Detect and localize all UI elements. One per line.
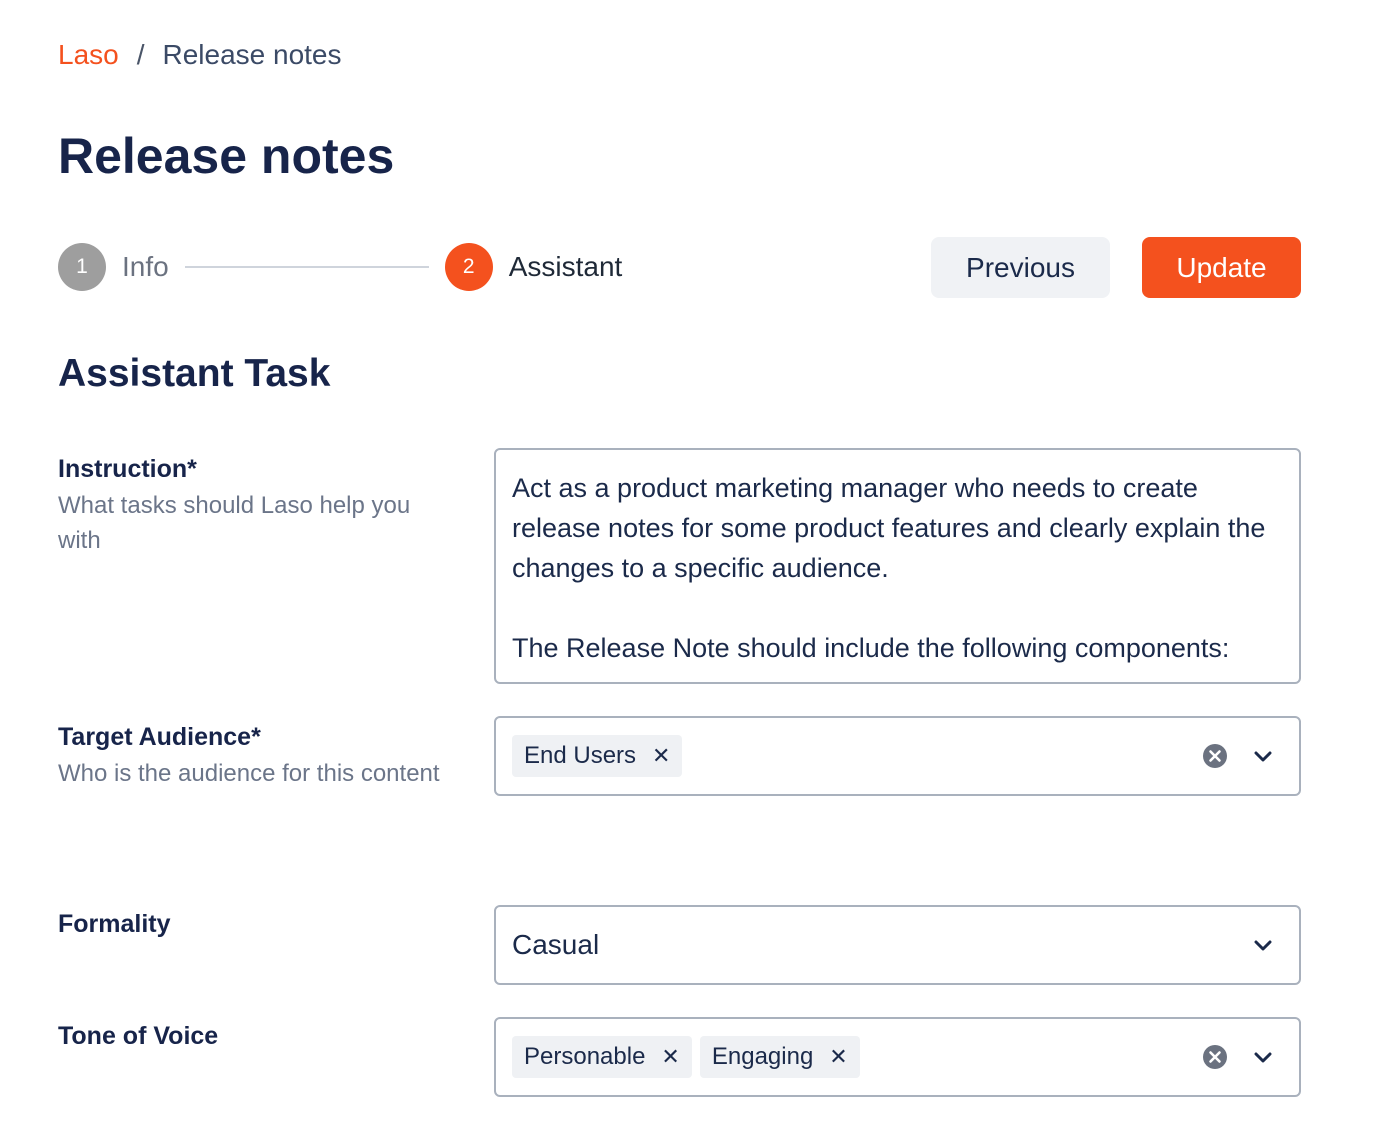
- stepper: 1 Info 2 Assistant: [58, 243, 622, 291]
- tone-of-voice-label: Tone of Voice: [58, 1022, 219, 1050]
- chip-label: Engaging: [711, 1043, 814, 1070]
- step-connector: [184, 266, 429, 268]
- chip-engaging: Engaging ✕: [699, 1036, 860, 1078]
- release-notes-page: Laso / Release notes Release notes 1 Inf…: [0, 0, 1388, 1140]
- formality-value: Casual: [512, 929, 600, 960]
- section-title: Assistant Task: [58, 352, 331, 395]
- step-1-label[interactable]: Info: [122, 251, 169, 283]
- instruction-help: What tasks should Laso help you with: [58, 492, 411, 554]
- instruction-text: Act as a product marketing manager who n…: [512, 473, 1266, 663]
- previous-button[interactable]: Previous: [931, 237, 1110, 298]
- close-icon[interactable]: ✕: [652, 743, 670, 769]
- instruction-label: Instruction*: [58, 455, 197, 483]
- target-audience-label: Target Audience*: [58, 723, 261, 751]
- chevron-down-icon[interactable]: [1253, 747, 1273, 765]
- chip-label: End Users: [524, 742, 637, 769]
- clear-circle-icon[interactable]: [1203, 1045, 1227, 1069]
- chevron-down-icon[interactable]: [1253, 936, 1273, 954]
- formality-select[interactable]: Casual: [494, 905, 1301, 985]
- chip-end-users: End Users ✕: [512, 735, 683, 777]
- page-title: Release notes: [58, 128, 395, 184]
- instruction-textarea[interactable]: Act as a product marketing manager who n…: [494, 448, 1301, 684]
- close-icon[interactable]: ✕: [829, 1044, 847, 1070]
- close-icon[interactable]: ✕: [661, 1044, 679, 1070]
- tone-of-voice-select[interactable]: Personable ✕ Engaging ✕: [494, 1017, 1301, 1097]
- chip-personable: Personable ✕: [512, 1036, 692, 1078]
- step-1-indicator[interactable]: 1: [58, 243, 106, 291]
- breadcrumb-separator: /: [136, 39, 145, 70]
- target-audience-help: Who is the audience for this content: [58, 760, 440, 787]
- update-button[interactable]: Update: [1142, 237, 1301, 298]
- breadcrumb: Laso / Release notes: [58, 38, 342, 72]
- formality-label: Formality: [58, 910, 171, 938]
- clear-circle-icon[interactable]: [1203, 744, 1227, 768]
- chevron-down-icon[interactable]: [1253, 1048, 1273, 1066]
- breadcrumb-root-link[interactable]: Laso: [58, 38, 119, 72]
- step-2-label[interactable]: Assistant: [509, 251, 623, 283]
- chip-label: Personable: [524, 1043, 646, 1070]
- breadcrumb-current: Release notes: [162, 39, 342, 70]
- target-audience-select[interactable]: End Users ✕: [494, 716, 1301, 796]
- step-2-indicator[interactable]: 2: [444, 243, 493, 291]
